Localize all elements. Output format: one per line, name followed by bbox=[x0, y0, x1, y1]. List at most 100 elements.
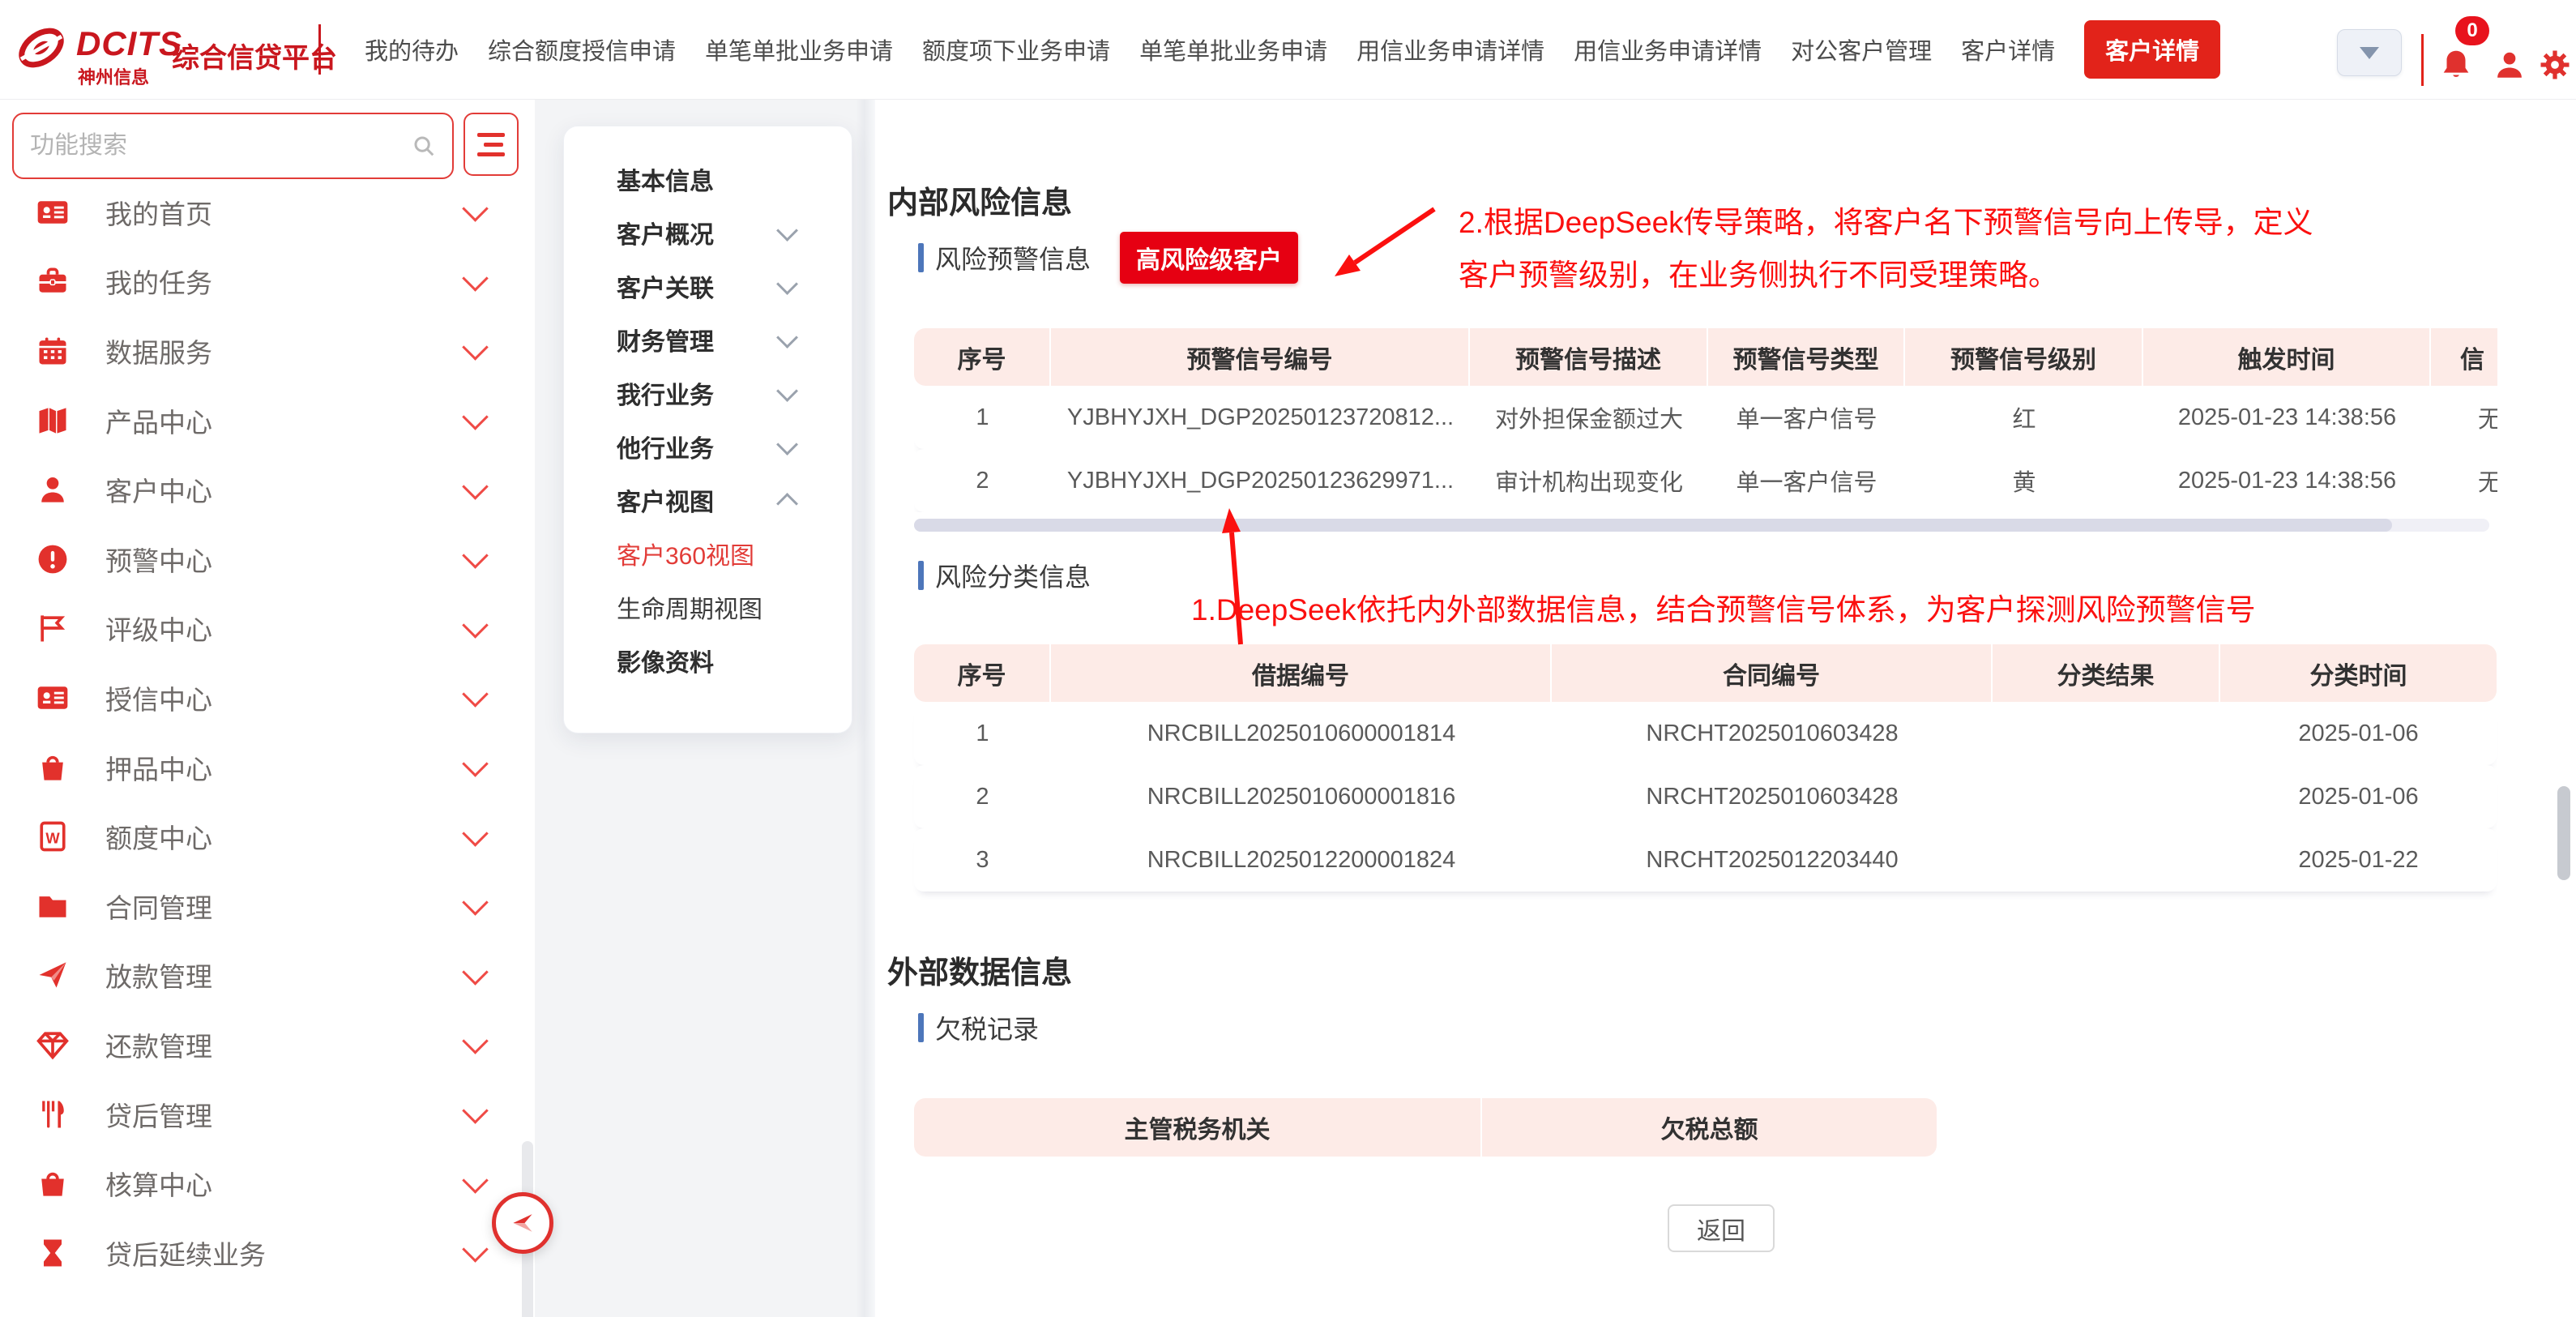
sidebar-item-disbursement-mgmt[interactable]: 放款管理 bbox=[0, 941, 535, 1011]
topnav-item-comprehensive-credit-application[interactable]: 综合额度授信申请 bbox=[488, 32, 676, 66]
sidebar-item-post-loan-mgmt[interactable]: 贷后管理 bbox=[0, 1080, 535, 1149]
table-cell: 单一客户信号 bbox=[1708, 449, 1905, 512]
platform-title: 综合信贷平台 bbox=[172, 36, 337, 75]
chevron-down-icon bbox=[462, 612, 489, 639]
topnav-item-credit-use-detail-1[interactable]: 用信业务申请详情 bbox=[1356, 32, 1544, 66]
subnav-item-customer-overview[interactable]: 客户概况 bbox=[564, 206, 852, 259]
subnav-item-image-materials[interactable]: 影像资料 bbox=[564, 634, 852, 687]
table-cell: YJBHYJXH_DGP20250123720812... bbox=[1051, 386, 1470, 449]
subnav-item-customer-relation[interactable]: 客户关联 bbox=[564, 259, 852, 313]
sidebar-item-product-center[interactable]: 产品中心 bbox=[0, 386, 535, 455]
topnav-item-corporate-customer-mgmt[interactable]: 对公客户管理 bbox=[1791, 32, 1932, 66]
high-risk-customer-badge: 高风险级客户 bbox=[1120, 232, 1298, 284]
customer-detail-subnav: 基本信息 客户概况 客户关联 财务管理 我行业务 他行业务 客户视图 客户360… bbox=[563, 126, 852, 733]
sidebar-item-contract-mgmt[interactable]: 合同管理 bbox=[0, 871, 535, 941]
file-w-icon: W bbox=[34, 818, 71, 855]
subnav-item-other-bank-business[interactable]: 他行业务 bbox=[564, 420, 852, 473]
sidebar-item-my-tasks[interactable]: 我的任务 bbox=[0, 247, 535, 317]
subnav-item-our-bank-business[interactable]: 我行业务 bbox=[564, 366, 852, 420]
main-content: 内部风险信息 风险预警信息 高风险级客户 2.根据DeepSeek传导策略，将客… bbox=[875, 99, 2576, 1317]
topnav-active-tab[interactable]: 客户详情 bbox=[2084, 20, 2220, 79]
column-header: 合同编号 bbox=[1552, 644, 1993, 702]
subnav-item-customer-view[interactable]: 客户视图 bbox=[564, 473, 852, 527]
sidebar-item-quota-center[interactable]: W 额度中心 bbox=[0, 802, 535, 871]
topnav-item-single-batch-application-1[interactable]: 单笔单批业务申请 bbox=[705, 32, 893, 66]
chevron-down-icon bbox=[462, 265, 489, 292]
tab-dropdown-button[interactable] bbox=[2337, 29, 2402, 76]
column-header: 触发时间 bbox=[2143, 328, 2431, 386]
sidebar-item-warning-center[interactable]: 预警中心 bbox=[0, 524, 535, 594]
table-row: 2YJBHYJXH_DGP20250123629971...审计机构出现变化单一… bbox=[914, 449, 2497, 512]
topnav-item-my-todo[interactable]: 我的待办 bbox=[365, 32, 459, 66]
gem-icon bbox=[34, 1026, 71, 1063]
chevron-down-icon bbox=[462, 473, 489, 500]
hamburger-icon bbox=[477, 133, 505, 137]
back-button[interactable]: 返回 bbox=[1668, 1204, 1775, 1252]
subnav-item-lifecycle-view[interactable]: 生命周期视图 bbox=[564, 580, 852, 634]
sidebar-item-collateral-center[interactable]: 押品中心 bbox=[0, 733, 535, 802]
subnav-item-finance-mgmt[interactable]: 财务管理 bbox=[564, 313, 852, 366]
id-card-icon bbox=[34, 679, 71, 716]
table-cell: NRCHT2025010603428 bbox=[1552, 702, 1993, 765]
table-cell: 审计机构出现变化 bbox=[1470, 449, 1708, 512]
chevron-down-icon bbox=[776, 220, 798, 242]
function-search-box bbox=[12, 113, 454, 179]
column-header: 信 bbox=[2431, 328, 2497, 386]
table-cell: NRCHT2025012203440 bbox=[1552, 828, 1993, 892]
table-cell: NRCBILL2025012200001824 bbox=[1051, 828, 1552, 892]
subnav-item-customer-360-view[interactable]: 客户360视图 bbox=[564, 527, 852, 580]
topnav-item-quota-sub-application[interactable]: 额度项下业务申请 bbox=[922, 32, 1110, 66]
table-cell: 3 bbox=[914, 828, 1051, 892]
user-icon[interactable] bbox=[2493, 47, 2527, 83]
menu-toggle-button[interactable] bbox=[464, 113, 519, 176]
column-header: 序号 bbox=[914, 328, 1051, 386]
topnav-item-customer-detail[interactable]: 客户详情 bbox=[1961, 32, 2055, 66]
topnav-item-single-batch-application-2[interactable]: 单笔单批业务申请 bbox=[1139, 32, 1327, 66]
sidebar-collapse-button[interactable] bbox=[492, 1192, 553, 1254]
risk-warning-section-header: 风险预警信息 高风险级客户 bbox=[918, 236, 1298, 280]
bell-icon[interactable] bbox=[2437, 45, 2475, 84]
sidebar-item-data-services[interactable]: 数据服务 bbox=[0, 316, 535, 386]
table-cell: 2025-01-06 bbox=[2220, 765, 2497, 828]
chevron-down-icon bbox=[462, 335, 489, 361]
sidebar-item-rating-center[interactable]: 评级中心 bbox=[0, 594, 535, 664]
sidebar-item-credit-center[interactable]: 授信中心 bbox=[0, 663, 535, 733]
brand-name: DCITS bbox=[76, 24, 182, 63]
sidebar-item-post-loan-continuation[interactable]: 贷后延续业务 bbox=[0, 1218, 535, 1288]
table-cell: NRCBILL2025010600001816 bbox=[1051, 765, 1552, 828]
brand-subname: 神州信息 bbox=[78, 63, 149, 89]
topnav-item-credit-use-detail-2[interactable]: 用信业务申请详情 bbox=[1574, 32, 1762, 66]
table-cell: 2025-01-06 bbox=[2220, 702, 2497, 765]
left-sidebar: 我的首页 我的任务 数据服务 产品中心 客户中心 bbox=[0, 99, 535, 1317]
sidebar-item-customer-center[interactable]: 客户中心 bbox=[0, 455, 535, 524]
subnav-item-basic-info[interactable]: 基本信息 bbox=[564, 152, 852, 206]
risk-class-table: 序号借据编号合同编号分类结果分类时间1NRCBILL20250106000018… bbox=[914, 644, 2497, 892]
alert-circle-icon bbox=[34, 541, 71, 578]
shopping-bag-icon bbox=[34, 1165, 71, 1202]
dcits-logo-icon bbox=[15, 21, 68, 75]
table-row: 2NRCBILL2025010600001816NRCHT20250106034… bbox=[914, 765, 2497, 828]
external-data-title: 外部数据信息 bbox=[887, 947, 1072, 992]
table-cell: 2 bbox=[914, 449, 1051, 512]
page-scrollbar[interactable] bbox=[2557, 786, 2570, 880]
panel-divider bbox=[856, 99, 875, 1317]
chevron-down-icon bbox=[462, 1167, 489, 1194]
column-header: 分类结果 bbox=[1993, 644, 2220, 702]
chevron-down-icon bbox=[462, 959, 489, 986]
gear-icon[interactable] bbox=[2538, 47, 2572, 83]
table-row: 3NRCBILL2025012200001824NRCHT20250122034… bbox=[914, 828, 2497, 892]
column-header: 预警信号编号 bbox=[1051, 328, 1470, 386]
table-cell: 红 bbox=[1905, 386, 2143, 449]
id-card-icon bbox=[34, 194, 71, 231]
arrow-left-icon bbox=[506, 1207, 539, 1239]
sidebar-item-my-home[interactable]: 我的首页 bbox=[0, 177, 535, 247]
shopping-bag-icon bbox=[34, 749, 71, 786]
risk-class-section-header: 风险分类信息 bbox=[918, 554, 1091, 597]
map-icon bbox=[34, 402, 71, 439]
search-input[interactable] bbox=[14, 132, 412, 160]
sidebar-item-repayment-mgmt[interactable]: 还款管理 bbox=[0, 1010, 535, 1080]
horizontal-scrollbar[interactable] bbox=[914, 519, 2392, 532]
sidebar-item-accounting-center[interactable]: 核算中心 bbox=[0, 1148, 535, 1218]
chevron-down-icon bbox=[776, 434, 798, 455]
column-header: 序号 bbox=[914, 644, 1051, 702]
